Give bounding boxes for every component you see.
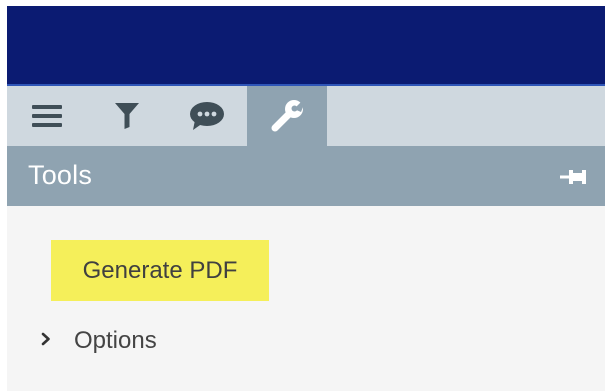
- tab-menu[interactable]: [7, 86, 87, 146]
- tab-filter[interactable]: [87, 86, 167, 146]
- chevron-right-icon: [40, 331, 74, 352]
- comment-icon: [190, 102, 224, 130]
- panel-title: Tools: [28, 160, 93, 190]
- tab-tools[interactable]: [247, 86, 327, 146]
- panel-header: Tools: [7, 146, 605, 206]
- options-expander[interactable]: Options: [40, 325, 157, 357]
- pin-icon[interactable]: [560, 168, 586, 186]
- generate-pdf-button[interactable]: Generate PDF: [51, 240, 269, 301]
- filter-icon: [115, 103, 139, 129]
- menu-icon: [32, 105, 62, 127]
- tab-comments[interactable]: [167, 86, 247, 146]
- tools-panel: Generate PDF Options: [7, 206, 605, 391]
- app-header: [7, 6, 605, 84]
- toolbar: [7, 86, 605, 146]
- wrench-icon: [270, 99, 304, 133]
- options-label: Options: [74, 327, 157, 354]
- app-frame: Tools Generate PDF Options: [7, 6, 605, 391]
